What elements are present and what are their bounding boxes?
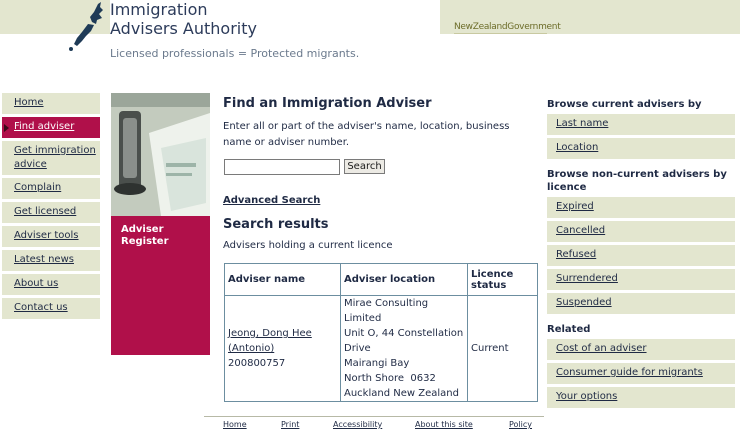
- related-your-options-link[interactable]: Your options: [547, 387, 735, 408]
- link-label: Surrendered: [556, 273, 618, 284]
- main-content: Find an Immigration Adviser Enter all or…: [223, 96, 543, 251]
- footer-divider: [204, 416, 544, 417]
- nav-label: About us: [14, 278, 59, 289]
- nav-label: Home: [14, 97, 44, 108]
- tagline: Licensed professionals = Protected migra…: [110, 47, 360, 60]
- intro-text: Enter all or part of the adviser's name,…: [223, 121, 510, 148]
- location-line: Unit O, 44 Constellation: [344, 328, 464, 339]
- nav-item-home[interactable]: Home: [2, 93, 100, 114]
- adviser-location-cell: Mirae Consulting Limited Unit O, 44 Cons…: [340, 295, 468, 402]
- location-line: Auckland New Zealand: [344, 388, 459, 399]
- browse-cancelled-link[interactable]: Cancelled: [547, 221, 735, 242]
- col-header-adviser-name: Adviser name: [224, 263, 341, 296]
- related-cost-link[interactable]: Cost of an adviser: [547, 339, 735, 360]
- nav-item-get-licensed[interactable]: Get licensed: [2, 202, 100, 223]
- right-nav: Browse current advisers by Last name Loc…: [547, 98, 735, 408]
- col-header-licence-status: Licence status: [467, 263, 538, 296]
- link-label: Last name: [556, 118, 609, 129]
- nav-item-get-immigration-advice[interactable]: Get immigration advice: [2, 141, 100, 175]
- browse-current-heading: Browse current advisers by: [547, 99, 702, 110]
- browse-last-name-link[interactable]: Last name: [547, 114, 735, 135]
- govt-zealand: Zealand: [472, 22, 508, 32]
- govt-new: New: [454, 22, 473, 32]
- advanced-search-link[interactable]: Advanced Search: [223, 195, 320, 206]
- adviser-name-cell: Jeong, Dong Hee (Antonio) 200800757: [224, 295, 341, 402]
- nav-item-complain[interactable]: Complain: [2, 178, 100, 199]
- nav-item-about-us[interactable]: About us: [2, 274, 100, 295]
- govt-government: Government: [507, 22, 561, 32]
- adviser-number: 200800757: [228, 358, 286, 369]
- left-nav: Home Find adviser Get immigration advice…: [2, 93, 100, 322]
- location-line: Mairangi Bay: [344, 358, 410, 369]
- page-title: Find an Immigration Adviser: [223, 96, 432, 111]
- link-label: Location: [556, 142, 599, 153]
- location-line: Drive: [344, 343, 371, 354]
- org-name-line2: Advisers Authority: [110, 19, 257, 38]
- browse-suspended-link[interactable]: Suspended: [547, 293, 735, 314]
- location-line: Mirae Consulting Limited: [344, 298, 429, 324]
- nav-label: Latest news: [14, 254, 74, 265]
- footer-print-link[interactable]: Print: [281, 420, 299, 429]
- browse-expired-link[interactable]: Expired: [547, 197, 735, 218]
- footer-policy-link[interactable]: Policy: [509, 420, 532, 429]
- nav-label: Get licensed: [14, 206, 77, 217]
- nav-item-find-adviser[interactable]: Find adviser: [2, 117, 100, 138]
- nz-map-logo[interactable]: [0, 0, 108, 58]
- browse-location-link[interactable]: Location: [547, 138, 735, 159]
- adviser-name-link[interactable]: Jeong, Dong Hee (Antonio): [228, 328, 312, 354]
- related-consumer-guide-link[interactable]: Consumer guide for migrants: [547, 363, 735, 384]
- nav-item-adviser-tools[interactable]: Adviser tools: [2, 226, 100, 247]
- link-label: Cancelled: [556, 225, 606, 236]
- table-header-row: Adviser name Adviser location Licence st…: [224, 263, 538, 296]
- link-label: Your options: [556, 391, 618, 402]
- browse-surrendered-link[interactable]: Surrendered: [547, 269, 735, 290]
- brand-block: Immigration Advisers Authority Licensed …: [110, 0, 440, 62]
- search-input[interactable]: [224, 159, 340, 175]
- nav-item-latest-news[interactable]: Latest news: [2, 250, 100, 271]
- nz-government-logo[interactable]: NewZealandGovernment: [454, 22, 561, 32]
- browse-refused-link[interactable]: Refused: [547, 245, 735, 266]
- adviser-register-box: Adviser Register: [111, 216, 210, 355]
- nav-label: Contact us: [14, 302, 68, 313]
- link-label: Refused: [556, 249, 597, 260]
- table-row: Jeong, Dong Hee (Antonio) 200800757 Mirae…: [224, 295, 538, 402]
- footer-about-link[interactable]: About this site: [415, 420, 473, 429]
- org-name-line1: Immigration: [110, 0, 208, 19]
- link-label: Consumer guide for migrants: [556, 367, 703, 378]
- link-label: Cost of an adviser: [556, 343, 647, 354]
- link-label: Expired: [556, 201, 594, 212]
- related-heading: Related: [547, 324, 591, 335]
- nav-label: Find adviser: [14, 121, 75, 132]
- results-table: Adviser name Adviser location Licence st…: [224, 263, 538, 402]
- col-header-adviser-location: Adviser location: [340, 263, 468, 296]
- results-subtitle: Advisers holding a current licence: [223, 240, 393, 251]
- results-title: Search results: [223, 217, 329, 232]
- browse-noncurrent-heading: Browse non-current advisers by licence: [547, 169, 727, 193]
- nav-item-contact-us[interactable]: Contact us: [2, 298, 100, 319]
- footer-accessibility-link[interactable]: Accessibility: [333, 420, 382, 429]
- adviser-register-label: Adviser Register: [121, 224, 169, 247]
- stamp-photo: [111, 93, 210, 216]
- adviser-name-line1: Jeong, Dong Hee: [228, 328, 312, 339]
- footer-home-link[interactable]: Home: [223, 420, 247, 429]
- govt-underline: [454, 33, 547, 34]
- search-button[interactable]: Search: [344, 159, 385, 174]
- licence-status-cell: Current: [467, 295, 538, 402]
- location-line: North Shore 0632: [344, 373, 436, 384]
- link-label: Suspended: [556, 297, 612, 308]
- nav-label: Complain: [14, 182, 62, 193]
- adviser-name-line2: (Antonio): [228, 343, 275, 354]
- nav-label: Adviser tools: [14, 230, 79, 241]
- nav-label: Get immigration advice: [14, 145, 96, 170]
